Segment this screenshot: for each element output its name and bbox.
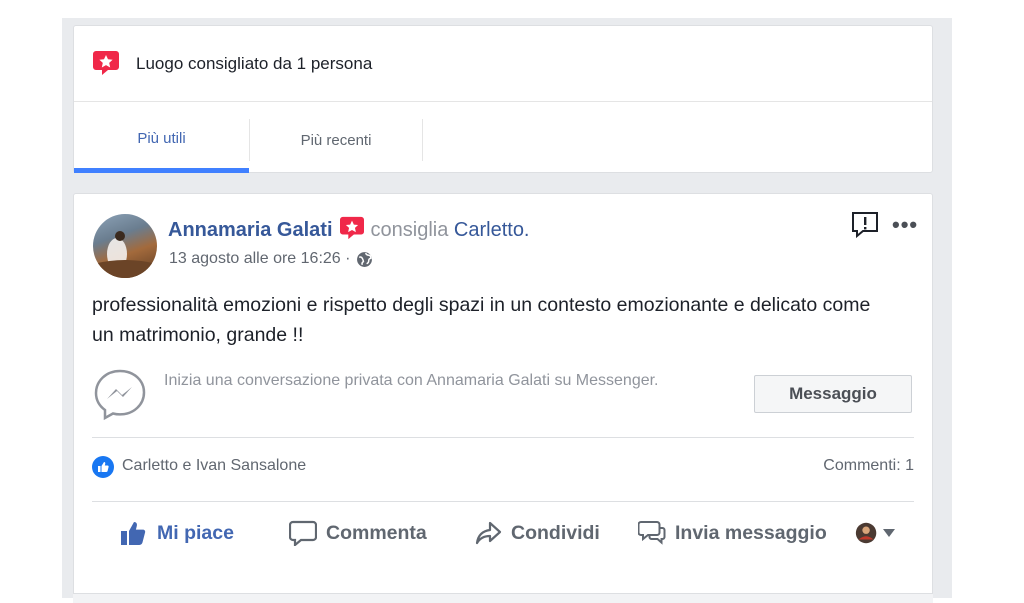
author-name-link[interactable]: Annamaria Galati (168, 219, 333, 241)
recommends-verb: consiglia (370, 219, 449, 241)
send-message-icon (638, 521, 666, 545)
recommendation-summary: Luogo consigliato da 1 persona (74, 26, 932, 102)
like-label: Mi piace (157, 521, 234, 544)
recommend-badge-icon (339, 216, 364, 240)
tab-label: Più recenti (300, 131, 372, 149)
review-post-card: Annamaria Galati consiglia Carletto. 13 … (73, 193, 933, 603)
recommendation-count-text: Luogo consigliato da 1 persona (136, 54, 373, 73)
like-button[interactable]: Mi piace (120, 520, 234, 546)
page-name-link[interactable]: Carletto. (454, 219, 530, 241)
profile-photo-icon (93, 231, 157, 278)
like-reaction-icon (92, 456, 114, 478)
post-header: Annamaria Galati consiglia Carletto. (168, 216, 530, 242)
tab-most-helpful[interactable]: Più utili (74, 103, 249, 173)
post-actions-bar: Mi piace Commenta Condividi Invia messag… (92, 501, 914, 561)
send-message-label: Invia messaggio (675, 521, 827, 544)
post-meta: 13 agosto alle ore 16:26 · (169, 250, 373, 268)
message-button[interactable]: Messaggio (754, 375, 912, 413)
share-button[interactable]: Condividi (474, 520, 600, 546)
comment-label: Commenta (326, 521, 427, 544)
globe-icon (357, 251, 373, 267)
report-icon[interactable] (850, 210, 880, 240)
recommend-badge-icon (93, 51, 119, 75)
avatar[interactable] (93, 214, 157, 278)
review-sort-tabs: Più utili Più recenti (74, 103, 932, 173)
send-message-button[interactable]: Invia messaggio (638, 520, 827, 546)
recommendations-card: Luogo consigliato da 1 persona Più utili… (73, 25, 933, 173)
comment-button[interactable]: Commenta (289, 520, 427, 546)
next-post-preview (73, 593, 933, 603)
tab-label: Più utili (137, 129, 186, 147)
share-label: Condividi (511, 521, 600, 544)
messenger-prompt-text: Inizia una conversazione privata con Ann… (164, 372, 659, 389)
share-icon (475, 521, 502, 545)
user-avatar-icon (855, 522, 877, 544)
page-background: Luogo consigliato da 1 persona Più utili… (62, 18, 952, 603)
messenger-icon (94, 369, 146, 421)
post-timestamp[interactable]: 13 agosto alle ore 16:26 · (169, 250, 350, 268)
reactions-summary: Carletto e Ivan Sansalone Commenti: 1 (92, 454, 914, 484)
comment-icon (289, 520, 317, 546)
comments-count[interactable]: Commenti: 1 (823, 457, 914, 475)
messenger-prompt: Inizia una conversazione privata con Ann… (92, 364, 914, 438)
tab-most-recent[interactable]: Più recenti (249, 119, 423, 161)
thumbs-up-icon (121, 522, 146, 545)
reaction-names[interactable]: Carletto e Ivan Sansalone (122, 457, 306, 475)
chevron-down-icon (883, 529, 895, 537)
audience-selector[interactable] (854, 520, 895, 546)
review-text: professionalità emozioni e rispetto degl… (92, 294, 871, 346)
more-options-icon[interactable]: ••• (892, 212, 918, 238)
